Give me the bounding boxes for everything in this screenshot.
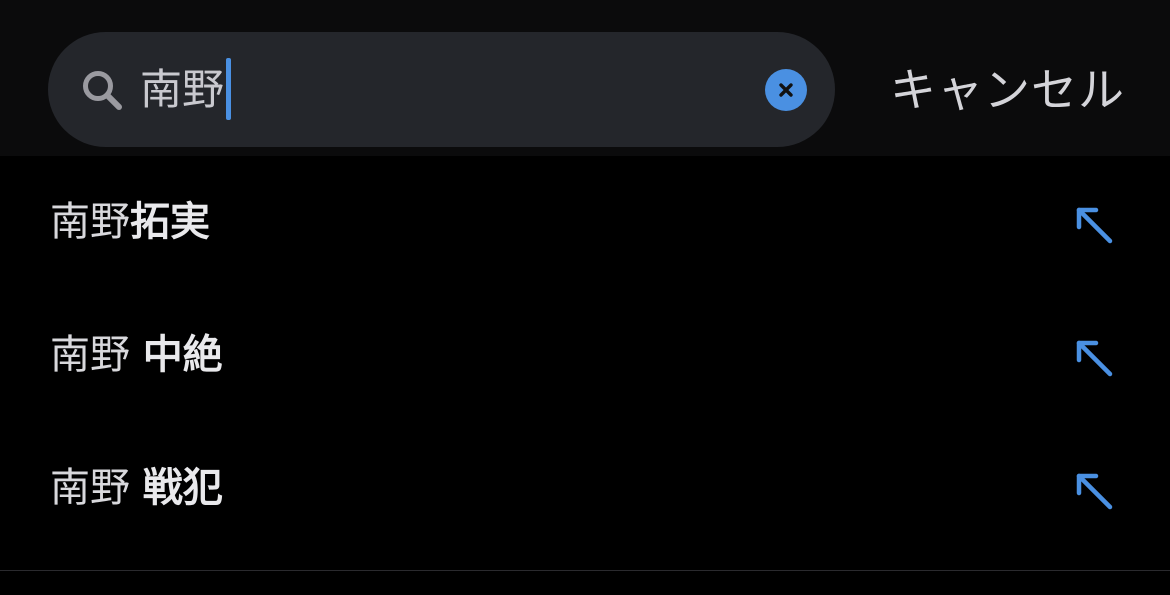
suggestion-text: 南野 戦犯 xyxy=(50,458,223,518)
search-icon xyxy=(83,71,122,110)
cancel-button[interactable]: キャンセル xyxy=(880,58,1125,122)
suggestion-item[interactable]: 南野拓実 xyxy=(0,156,1170,289)
suggestion-prefix: 南野 xyxy=(50,465,143,511)
clear-button[interactable] xyxy=(765,69,807,111)
suggestion-item[interactable]: 南野 戦犯 xyxy=(0,422,1170,555)
arrow-up-left-icon[interactable] xyxy=(1070,201,1116,247)
search-input[interactable]: 南野 xyxy=(140,60,224,120)
suggestion-completion: 戦犯 xyxy=(142,465,223,511)
divider xyxy=(0,570,1170,571)
clear-icon xyxy=(779,83,793,97)
suggestion-prefix: 南野 xyxy=(50,199,130,245)
suggestion-completion: 拓実 xyxy=(130,199,210,245)
suggestion-text: 南野 中絶 xyxy=(50,325,223,385)
suggestion-text: 南野拓実 xyxy=(50,192,210,252)
text-cursor xyxy=(226,58,231,120)
arrow-up-left-icon[interactable] xyxy=(1070,467,1116,513)
suggestion-item[interactable]: 南野 中絶 xyxy=(0,289,1170,422)
suggestion-completion: 中絶 xyxy=(142,332,223,378)
arrow-up-left-icon[interactable] xyxy=(1070,334,1116,380)
suggestion-prefix: 南野 xyxy=(50,332,143,378)
